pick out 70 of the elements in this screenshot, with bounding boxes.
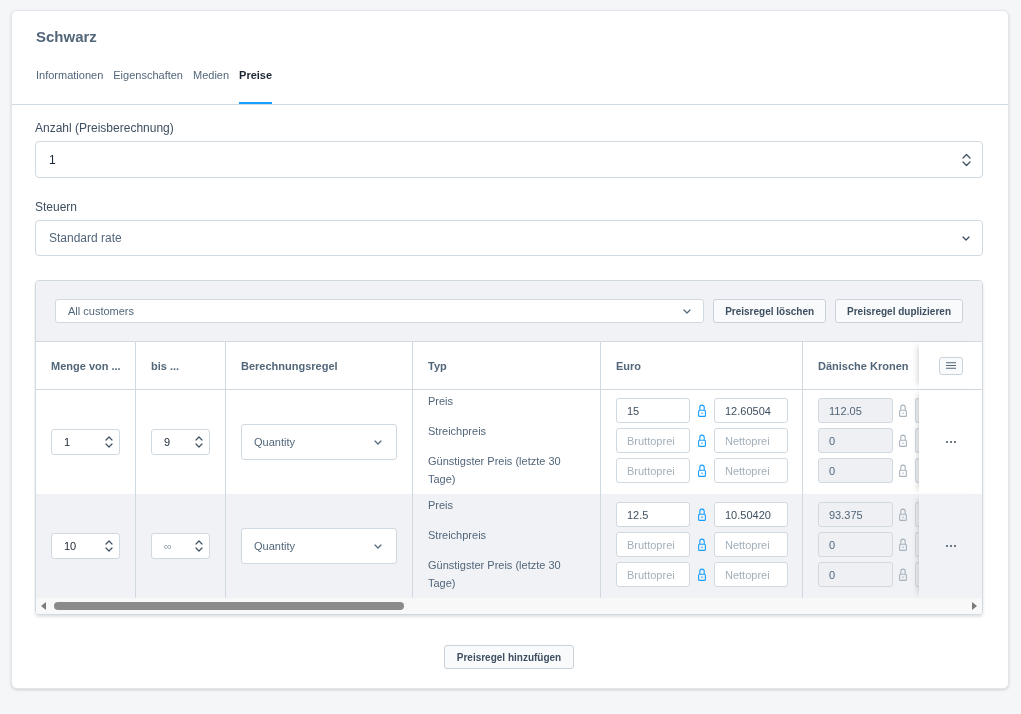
price-input[interactable]: Nettoprei (714, 458, 788, 483)
chevron-up-down-icon[interactable] (195, 435, 203, 449)
tab[interactable]: Preise (239, 60, 273, 104)
price-input[interactable]: Nettoprei (714, 428, 788, 453)
rule-select[interactable]: All customers (55, 299, 705, 323)
padlock-icon[interactable] (899, 508, 907, 521)
toolbar-button[interactable]: Preisregel duplizieren (835, 299, 963, 323)
price-type-label: Preis (428, 394, 454, 409)
column-header: Menge von ... (36, 342, 136, 389)
padlock-icon[interactable] (698, 404, 706, 417)
chevron-down-icon (374, 439, 382, 445)
price-input[interactable]: Bruttoprei (616, 562, 690, 587)
number-field[interactable]: 1 (35, 141, 983, 178)
select-field[interactable]: Standard rate (35, 220, 983, 256)
chevron-down-icon (374, 543, 382, 549)
price-type-label: Streichpreis (428, 424, 487, 439)
field-label: Anzahl (Preisberechnung) (35, 121, 174, 135)
padlock-icon[interactable] (698, 508, 706, 521)
price-input[interactable]: Bruttoprei (616, 532, 690, 557)
chevron-down-icon (683, 308, 692, 314)
price-input[interactable]: 12.5 (616, 502, 690, 527)
field-label: Steuern (35, 200, 78, 214)
column-header: Dänische Kronen (817, 358, 910, 374)
price-type-label: Günstigster Preis (letzte 30 Tage) (428, 558, 562, 591)
price-input[interactable]: 10.50420 (714, 502, 788, 527)
column-header: Typ (413, 342, 601, 389)
column-settings-button[interactable] (938, 356, 963, 375)
tab[interactable]: Eigenschaften (113, 60, 183, 104)
tab[interactable]: Medien (193, 60, 230, 104)
padlock-icon[interactable] (899, 568, 907, 581)
add-price-rule-button[interactable]: Preisregel hinzufügen (443, 645, 575, 669)
toolbar-button[interactable]: Preisregel löschen (713, 299, 827, 323)
number-field[interactable]: 1 (51, 429, 120, 455)
scroll-right-icon[interactable] (972, 602, 977, 610)
menu-icon (945, 362, 956, 369)
price-input[interactable]: 12.60504 (714, 398, 788, 423)
scrollbar-thumb[interactable] (54, 602, 404, 610)
horizontal-scrollbar[interactable] (36, 598, 982, 614)
padlock-icon[interactable] (698, 538, 706, 551)
select-field[interactable]: Quantity (241, 528, 397, 564)
price-input[interactable]: Nettoprei (714, 562, 788, 587)
padlock-icon[interactable] (899, 464, 907, 477)
price-input[interactable]: 15 (616, 398, 690, 423)
price-input[interactable]: Bruttoprei (616, 428, 690, 453)
card-title: Schwarz (36, 28, 98, 46)
price-type-label: Günstigster Preis (letzte 30 Tage) (428, 454, 562, 487)
select-field[interactable]: Quantity (241, 424, 397, 460)
chevron-down-icon (962, 235, 970, 241)
padlock-icon[interactable] (698, 464, 706, 477)
number-field[interactable]: 10 (51, 533, 120, 559)
number-field[interactable]: 9 (151, 429, 210, 455)
price-input[interactable]: Nettoprei (714, 532, 788, 557)
padlock-icon[interactable] (698, 568, 706, 581)
price-type-label: Preis (428, 498, 454, 513)
chevron-up-down-icon[interactable] (962, 152, 971, 167)
chevron-up-down-icon[interactable] (195, 539, 203, 553)
column-header: Berechnungsregel (226, 342, 413, 389)
padlock-icon[interactable] (899, 404, 907, 417)
number-field[interactable]: ∞ (151, 533, 210, 559)
chevron-up-down-icon[interactable] (105, 539, 113, 553)
tab[interactable]: Informationen (36, 60, 104, 104)
price-type-label: Streichpreis (428, 528, 487, 543)
chevron-up-down-icon[interactable] (105, 435, 113, 449)
padlock-icon[interactable] (698, 434, 706, 447)
price-input[interactable]: Bruttoprei (616, 458, 690, 483)
column-header: bis ... (136, 342, 226, 389)
scroll-left-icon[interactable] (41, 602, 46, 610)
column-header: Euro (601, 342, 803, 389)
padlock-icon[interactable] (899, 434, 907, 447)
padlock-icon[interactable] (899, 538, 907, 551)
